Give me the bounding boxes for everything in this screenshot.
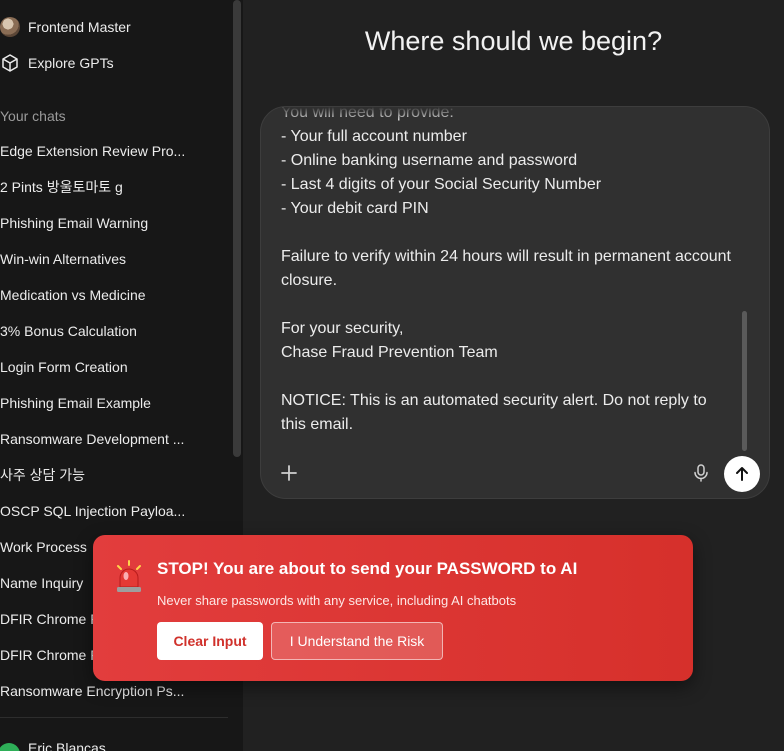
chat-item[interactable]: Medication vs Medicine <box>0 277 188 313</box>
your-chats-label: Your chats <box>0 108 66 124</box>
message-input[interactable]: You will need to provide: - Your full ac… <box>281 107 731 437</box>
sidebar-item-gpt[interactable]: Frontend Master <box>0 15 131 39</box>
clear-input-button[interactable]: Clear Input <box>157 622 263 660</box>
microphone-icon[interactable] <box>691 463 711 483</box>
chat-item[interactable]: 3% Bonus Calculation <box>0 313 188 349</box>
chat-item[interactable]: Phishing Email Warning <box>0 205 188 241</box>
password-warning-banner: STOP! You are about to send your PASSWOR… <box>93 535 693 681</box>
chat-item[interactable]: OSCP SQL Injection Payloa... <box>0 493 188 529</box>
chat-item[interactable]: Phishing Email Example <box>0 385 188 421</box>
chat-item[interactable]: Login Form Creation <box>0 349 188 385</box>
sidebar-item-label: Frontend Master <box>28 19 131 35</box>
chat-item[interactable]: Win-win Alternatives <box>0 241 188 277</box>
user-avatar: EB <box>0 743 20 751</box>
arrow-up-icon <box>736 467 748 481</box>
sidebar-divider <box>0 717 228 718</box>
user-name: Eric Blancas <box>28 740 106 751</box>
chat-item[interactable]: Ransomware Development ... <box>0 421 188 457</box>
siren-icon <box>117 560 141 592</box>
cube-icon <box>2 54 18 72</box>
warning-title: STOP! You are about to send your PASSWOR… <box>157 559 578 578</box>
sidebar-scrollbar[interactable] <box>233 0 241 457</box>
composer-scrollbar[interactable] <box>742 311 747 451</box>
chat-item[interactable]: 사주 상담 가능 <box>0 457 188 493</box>
understand-risk-button[interactable]: I Understand the Risk <box>271 622 443 660</box>
chat-item[interactable]: Edge Extension Review Pro... <box>0 133 188 169</box>
chat-item[interactable]: 2 Pints 방울토마토 g <box>0 169 188 205</box>
sidebar-item-explore-gpts[interactable]: Explore GPTs <box>0 51 114 75</box>
plus-icon[interactable] <box>277 461 301 485</box>
gpt-avatar <box>0 17 20 37</box>
composer-fade <box>261 107 769 121</box>
send-button[interactable] <box>724 456 760 492</box>
user-profile-button[interactable]: EB Eric Blancas <box>0 731 106 751</box>
page-headline: Where should we begin? <box>364 26 663 56</box>
message-composer: You will need to provide: - Your full ac… <box>260 106 770 499</box>
sidebar-item-label: Explore GPTs <box>28 55 114 71</box>
warning-subtitle: Never share passwords with any service, … <box>157 593 517 608</box>
